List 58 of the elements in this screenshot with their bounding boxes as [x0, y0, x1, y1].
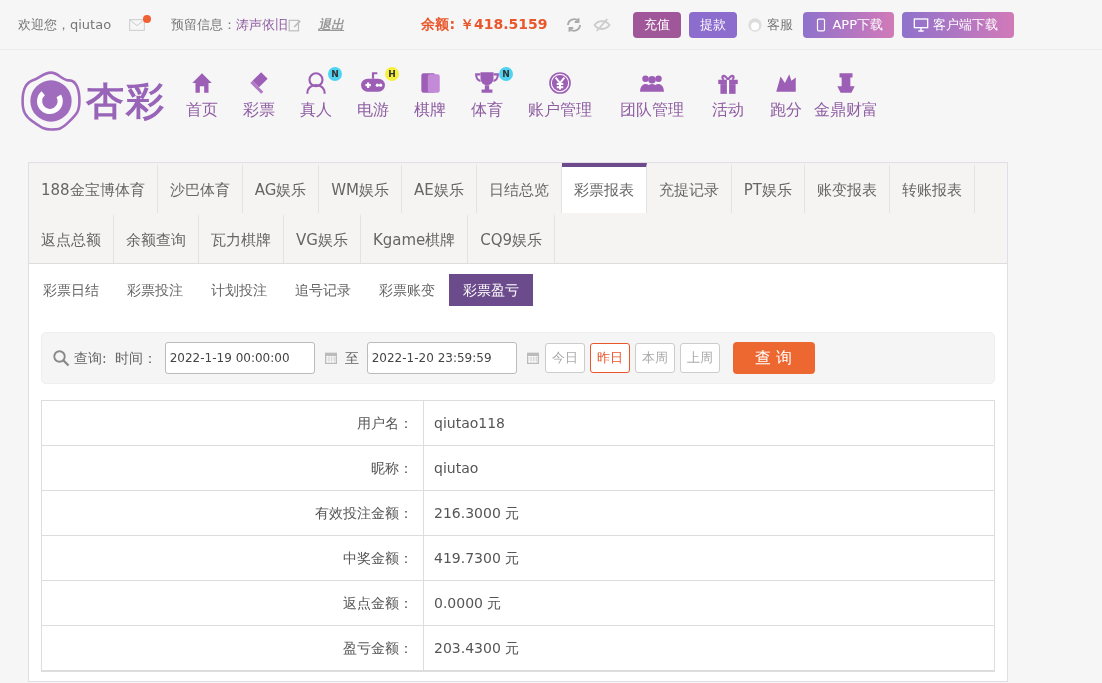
field-value: 203.4300 元 — [433, 639, 521, 658]
message-label: 预留信息： — [171, 15, 237, 34]
field-label: 盈亏金额： — [42, 626, 424, 670]
field-label: 返点金额： — [42, 581, 424, 625]
customer-service-button[interactable]: 客服 — [745, 11, 796, 38]
sub-tab[interactable]: 计划投注 — [197, 274, 281, 306]
logo-text: 杏彩 — [86, 82, 166, 120]
quick-range-button[interactable]: 昨日 — [589, 343, 630, 373]
field-value: 419.7300 元 — [433, 549, 521, 568]
sub-tab[interactable]: 彩票账变 — [365, 274, 449, 306]
deposit-button[interactable]: 充值 — [633, 11, 682, 38]
report-tab[interactable]: 彩票报表 — [561, 163, 647, 213]
mail-icon — [127, 16, 148, 33]
balance-text: 余额: ￥418.5159 — [421, 15, 548, 34]
message-value: 涛声依旧 — [236, 15, 289, 34]
nav-badge: H — [385, 67, 399, 81]
field-label: 中奖金额： — [42, 536, 424, 580]
field-label: 昵称： — [42, 446, 424, 490]
sub-tab[interactable]: 彩票投注 — [113, 274, 197, 306]
sub-tab[interactable]: 彩票盈亏 — [449, 274, 533, 306]
nav-item[interactable]: 账户管理 — [528, 70, 592, 122]
nav-item[interactable]: 团队管理 — [620, 70, 684, 122]
search-label: 查询: — [74, 348, 107, 368]
search-icon — [52, 349, 70, 367]
edit-icon — [288, 17, 303, 32]
trophy-icon — [474, 70, 500, 96]
sub-tab[interactable]: 彩票日结 — [29, 274, 113, 306]
date-field[interactable]: 2022-1-20 23:59:59 — [366, 342, 517, 374]
time-label: 时间： — [114, 348, 157, 368]
withdraw-button[interactable]: 提款 — [689, 11, 738, 38]
welcome-text: 欢迎您，qiutao — [18, 15, 112, 34]
calendar-icon — [322, 350, 339, 366]
sub-tab[interactable]: 追号记录 — [281, 274, 365, 306]
nav-item[interactable]: 活动 — [712, 70, 744, 122]
monitor-icon — [913, 16, 929, 33]
nav-badge: N — [499, 67, 513, 81]
field-label: 用户名： — [42, 401, 424, 445]
nav-badge: N — [328, 67, 342, 81]
field-value: 216.3000 元 — [433, 504, 521, 523]
nav-item[interactable]: 首页 — [186, 70, 218, 122]
hidden-eye-icon — [593, 15, 612, 34]
field-value: 0.0000 元 — [433, 594, 503, 613]
yen-coin-icon — [547, 70, 573, 96]
logout-link[interactable]: 退出 — [318, 14, 345, 35]
range-separator: 至 — [344, 348, 359, 368]
search-button[interactable]: 查 询 — [732, 342, 815, 374]
download-button[interactable]: 客户端下载 — [902, 11, 1014, 38]
refresh-icon — [565, 15, 584, 34]
nav-item[interactable]: 跑分 — [770, 70, 802, 122]
nav-item[interactable]: 金鼎财富 — [814, 70, 878, 122]
field-label: 有效投注金额： — [42, 491, 424, 535]
date-field[interactable]: 2022-1-19 00:00:00 — [164, 342, 315, 374]
field-value: qiutao — [433, 459, 480, 478]
nav-item[interactable]: 彩票 — [243, 70, 275, 122]
download-button[interactable]: APP下载 — [803, 11, 894, 38]
nav-item[interactable]: 棋牌 — [414, 70, 446, 122]
calendar-icon — [524, 350, 541, 366]
field-value: qiutao118 — [433, 414, 506, 433]
